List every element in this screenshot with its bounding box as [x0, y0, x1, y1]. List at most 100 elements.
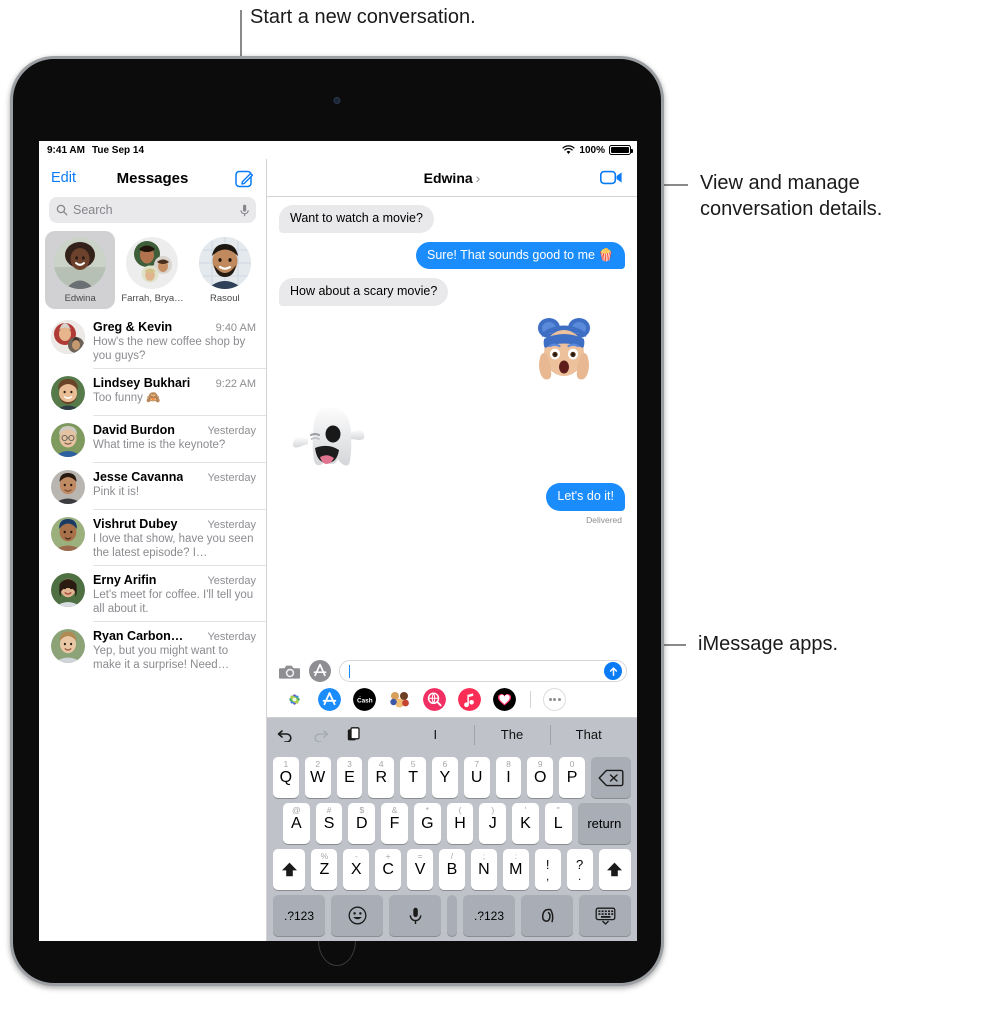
memoji-screaming-face-sticker[interactable] [525, 315, 603, 393]
list-item-time: Yesterday [207, 575, 256, 588]
status-date: Tue Sep 14 [91, 144, 145, 156]
key-alt-label: ) [491, 805, 495, 815]
key-q[interactable]: 1Q [273, 757, 299, 798]
list-item[interactable]: Lindsey Bukhari 9:22 AM Too funny 🙈 [39, 369, 266, 417]
key-exclamation-comma[interactable]: ! , [534, 849, 561, 890]
edit-button[interactable]: Edit [51, 170, 76, 186]
key-v[interactable]: = V [407, 849, 434, 890]
list-item-preview: Yep, but you might want to make it a sur… [93, 645, 230, 672]
key-f[interactable]: & F [381, 803, 408, 844]
send-arrow-up-icon[interactable] [604, 662, 622, 680]
backspace-icon[interactable] [590, 757, 631, 798]
list-item[interactable]: Jesse Cavanna Yesterday Pink it is! [39, 463, 266, 511]
more-dots-icon[interactable] [543, 688, 566, 711]
conversation-list[interactable]: Greg & Kevin 9:40 AM How's the new coffe… [39, 313, 266, 941]
dictation-microphone-icon[interactable] [389, 895, 441, 936]
key-h[interactable]: (H [446, 803, 474, 844]
app-store-app-icon[interactable] [318, 688, 341, 711]
battery-percent: 100% [579, 144, 605, 156]
music-app-icon[interactable] [458, 688, 481, 711]
prediction-3[interactable]: That [550, 718, 627, 752]
imessage-app-drawer[interactable]: Cash [267, 686, 637, 718]
message-text-input[interactable] [339, 660, 627, 682]
key-label: W [310, 768, 326, 786]
key-e[interactable]: 3E [336, 757, 363, 798]
shift-key-right[interactable] [598, 849, 631, 890]
key-s[interactable]: # S [315, 803, 343, 844]
key-b[interactable]: / B [439, 849, 465, 890]
memoji-stickers-app-icon[interactable] [388, 688, 411, 711]
message-bubble-incoming[interactable]: Want to watch a movie? [275, 205, 434, 233]
memoji-ghost-sticker[interactable] [289, 399, 367, 477]
dismiss-keyboard-icon[interactable] [579, 895, 631, 936]
list-item-time: Yesterday [207, 519, 256, 532]
key-o[interactable]: 9O [527, 757, 554, 798]
list-item[interactable]: Ryan Carbon… Yesterday Yep, but you migh… [39, 622, 266, 678]
key-question-period[interactable]: ? . [566, 849, 593, 890]
facetime-video-icon[interactable] [600, 170, 623, 185]
handwriting-icon[interactable] [521, 895, 573, 936]
key-p[interactable]: 0P [559, 757, 585, 798]
search-input[interactable]: Search [49, 197, 256, 223]
compose-icon[interactable] [235, 169, 254, 188]
pinned-item-rasoul[interactable]: Rasoul [190, 231, 260, 309]
digital-touch-app-icon[interactable] [493, 688, 516, 711]
avatar [126, 237, 179, 289]
numbers-key-left[interactable]: .?123 [273, 895, 325, 936]
conversation-title[interactable]: Edwina [424, 170, 473, 186]
key-alt-label: 2 [315, 759, 321, 769]
key-alt-label: : [514, 851, 517, 861]
messages-sidebar: Edit Messages Search Edwina Farrah, Brya… [39, 159, 267, 941]
list-item[interactable]: Greg & Kevin 9:40 AM How's the new coffe… [39, 313, 266, 370]
return-key[interactable]: return [577, 803, 632, 844]
message-bubble-incoming[interactable]: How about a scary movie? [274, 278, 449, 306]
key-i[interactable]: 8I [495, 757, 522, 798]
list-item[interactable]: Erny Arifin Yesterday Let's meet for cof… [39, 566, 266, 623]
status-time: 9:41 AM [47, 144, 85, 156]
key-x[interactable]: -X [343, 849, 370, 890]
list-item[interactable]: David Burdon Yesterday What time is the … [39, 416, 266, 464]
photos-app-icon[interactable] [283, 688, 306, 711]
key-m[interactable]: :M [502, 849, 529, 890]
split-view: Edit Messages Search Edwina Farrah, Brya… [39, 159, 637, 941]
key-l[interactable]: " L [544, 803, 572, 844]
pinned-item-group[interactable]: Farrah, Brya… [117, 231, 187, 309]
key-y[interactable]: 6Y [431, 757, 458, 798]
key-z[interactable]: % Z [311, 849, 338, 890]
prediction-1[interactable]: I [397, 718, 474, 752]
key-n[interactable]: ; N [470, 849, 497, 890]
emoji-smiley-icon[interactable] [331, 895, 383, 936]
key-j[interactable]: ) J [479, 803, 507, 844]
shift-arrow-icon [281, 862, 297, 877]
key-a[interactable]: @ A [283, 803, 310, 844]
shift-key-left[interactable] [273, 849, 306, 890]
ipad-device: 9:41 AM Tue Sep 14 100% Edit Messages Se… [10, 56, 664, 986]
prediction-2[interactable]: The [473, 718, 551, 752]
key-g[interactable]: * G [413, 803, 441, 844]
chevron-right-icon[interactable]: › [476, 170, 481, 186]
microphone-icon[interactable] [240, 204, 249, 217]
key-d[interactable]: $ D [348, 803, 376, 844]
key-u[interactable]: 7U [463, 757, 490, 798]
key-label: Z [319, 860, 330, 878]
message-bubble-outgoing[interactable]: Let's do it! [546, 482, 629, 511]
space-key[interactable] [447, 895, 457, 936]
app-store-icon[interactable] [309, 660, 331, 682]
key-t[interactable]: 5T [400, 757, 426, 798]
camera-icon[interactable] [279, 663, 301, 680]
key-k[interactable]: ' K [512, 803, 539, 844]
message-bubble-outgoing[interactable]: Sure! That sounds good to me 🍿 [416, 241, 629, 270]
undo-icon[interactable] [277, 728, 294, 742]
key-alt-label: 1 [283, 759, 289, 769]
list-item[interactable]: Vishrut Dubey Yesterday I love that show… [39, 510, 266, 567]
apple-cash-app-icon[interactable]: Cash [353, 688, 376, 711]
pinned-item-edwina[interactable]: Edwina [45, 231, 116, 309]
key-c[interactable]: + C [375, 849, 402, 890]
key-w[interactable]: 2W [304, 757, 331, 798]
message-thread[interactable]: Want to watch a movie? Sure! That sounds… [267, 197, 637, 655]
images-search-app-icon[interactable] [423, 688, 446, 711]
paste-icon[interactable] [347, 727, 360, 743]
key-r[interactable]: 4R [368, 757, 395, 798]
predictive-text-bar: I The That [267, 718, 637, 752]
numbers-key-right[interactable]: .?123 [463, 895, 515, 936]
